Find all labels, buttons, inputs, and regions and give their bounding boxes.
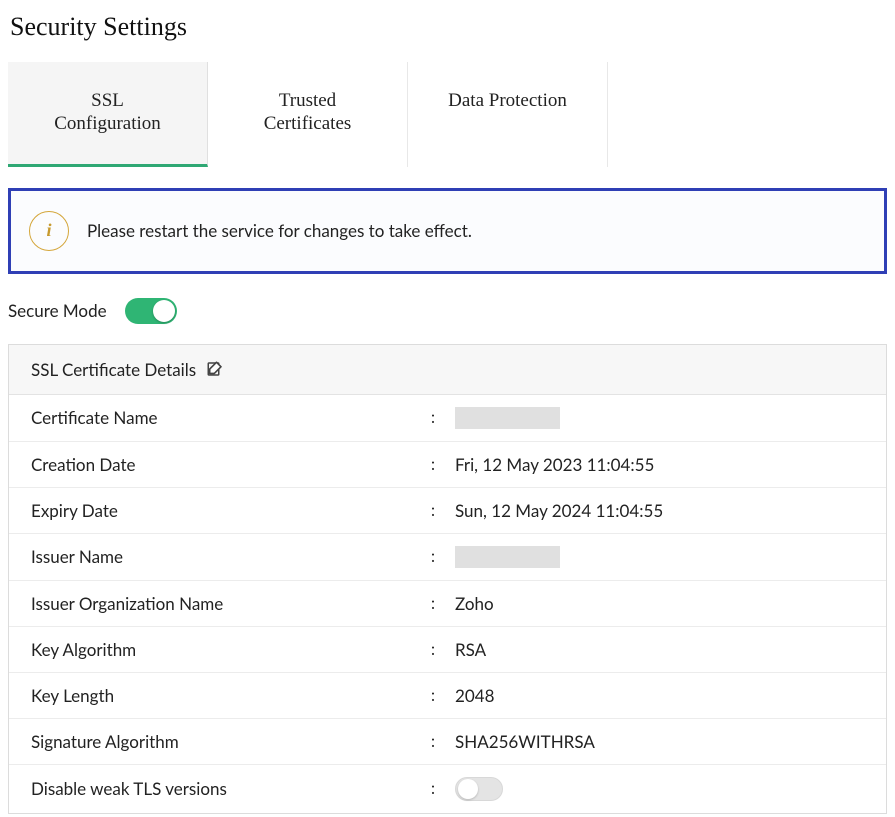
row-key: Expiry Date [31, 500, 431, 521]
colon: : [431, 686, 455, 705]
row-value [455, 777, 503, 801]
tab-label-line1: Trusted [218, 90, 397, 113]
row-expiry-date: Expiry Date : Sun, 12 May 2024 11:04:55 [9, 488, 886, 534]
colon: : [431, 408, 455, 427]
row-signature-algorithm: Signature Algorithm : SHA256WITHRSA [9, 719, 886, 765]
redacted-value [455, 546, 560, 568]
colon: : [431, 640, 455, 659]
row-value: Sun, 12 May 2024 11:04:55 [455, 500, 663, 521]
row-creation-date: Creation Date : Fri, 12 May 2023 11:04:5… [9, 442, 886, 488]
row-key-algorithm: Key Algorithm : RSA [9, 627, 886, 673]
row-key: Key Length [31, 685, 431, 706]
row-value: Zoho [455, 593, 494, 614]
row-key: Certificate Name [31, 407, 431, 428]
row-key: Issuer Name [31, 546, 431, 567]
panel-header: SSL Certificate Details [9, 345, 886, 395]
page-title: Security Settings [10, 12, 887, 42]
restart-alert: i Please restart the service for changes… [8, 188, 887, 274]
row-disable-weak-tls: Disable weak TLS versions : [9, 765, 886, 813]
colon: : [431, 732, 455, 751]
row-key: Creation Date [31, 454, 431, 475]
tab-label-line1: SSL [18, 90, 197, 113]
row-issuer-org: Issuer Organization Name : Zoho [9, 581, 886, 627]
disable-weak-tls-toggle[interactable] [455, 777, 503, 801]
panel-title: SSL Certificate Details [31, 359, 196, 380]
edit-icon[interactable] [206, 360, 224, 378]
row-certificate-name: Certificate Name : [9, 395, 886, 442]
colon: : [431, 501, 455, 520]
row-issuer-name: Issuer Name : [9, 534, 886, 581]
secure-mode-toggle[interactable] [125, 298, 177, 324]
tab-label-line2: Certificates [218, 113, 397, 136]
colon: : [431, 547, 455, 566]
colon: : [431, 455, 455, 474]
row-value: 2048 [455, 685, 494, 706]
info-icon: i [29, 211, 69, 251]
tab-data-protection[interactable]: Data Protection [408, 62, 608, 167]
colon: : [431, 594, 455, 613]
colon: : [431, 779, 455, 798]
row-key: Signature Algorithm [31, 731, 431, 752]
row-value: RSA [455, 639, 486, 660]
secure-mode-label: Secure Mode [8, 300, 107, 321]
row-key: Issuer Organization Name [31, 593, 431, 614]
redacted-value [455, 407, 560, 429]
row-value: Fri, 12 May 2023 11:04:55 [455, 454, 654, 475]
tab-trusted-certificates[interactable]: Trusted Certificates [208, 62, 408, 167]
row-key: Disable weak TLS versions [31, 778, 431, 799]
secure-mode-row: Secure Mode [8, 298, 887, 324]
tab-label-line2: Configuration [18, 113, 197, 136]
tab-ssl-configuration[interactable]: SSL Configuration [8, 62, 208, 167]
tabs: SSL Configuration Trusted Certificates D… [8, 62, 887, 168]
ssl-cert-panel: SSL Certificate Details Certificate Name… [8, 344, 887, 814]
row-key: Key Algorithm [31, 639, 431, 660]
row-key-length: Key Length : 2048 [9, 673, 886, 719]
row-value: SHA256WITHRSA [455, 731, 595, 752]
alert-message: Please restart the service for changes t… [87, 220, 472, 241]
row-value [455, 546, 560, 568]
row-value [455, 407, 560, 429]
tab-label-line1: Data Protection [418, 90, 597, 113]
